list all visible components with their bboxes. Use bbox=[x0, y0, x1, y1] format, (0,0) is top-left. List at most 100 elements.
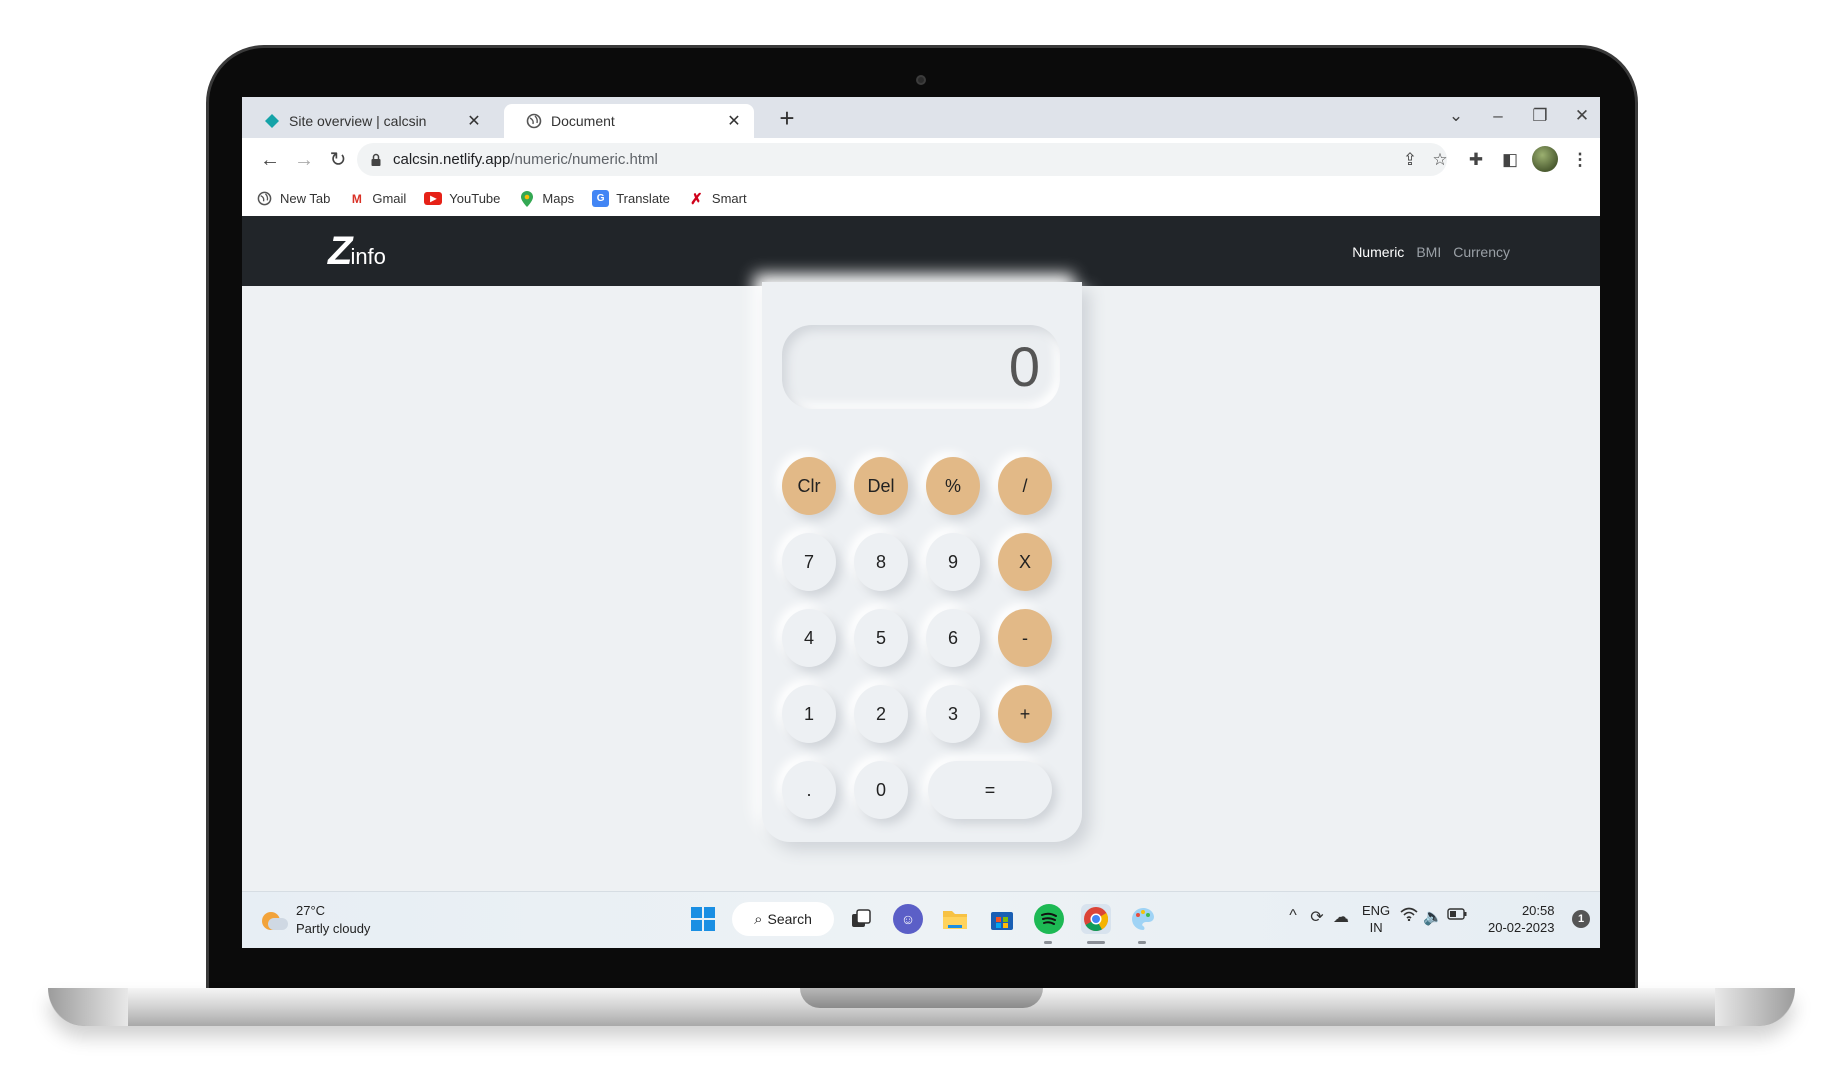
digit-6-button[interactable]: 6 bbox=[926, 609, 980, 667]
decimal-button[interactable]: . bbox=[782, 761, 836, 819]
bookmarks-bar: New Tab M Gmail ▶ YouTube Maps G Transla… bbox=[242, 181, 1600, 216]
bookmark-maps[interactable]: Maps bbox=[518, 190, 574, 207]
translate-icon: G bbox=[592, 190, 610, 207]
clear-button[interactable]: Clr bbox=[782, 457, 836, 515]
share-icon[interactable]: ⇪ bbox=[1398, 148, 1422, 172]
taskbar: 27°C Partly cloudy ⌕ Search ☺ ^ ⟳ ☁ ENG … bbox=[242, 891, 1600, 948]
nav-currency[interactable]: Currency bbox=[1453, 244, 1510, 260]
digit-5-button[interactable]: 5 bbox=[854, 609, 908, 667]
running-indicator bbox=[1044, 941, 1052, 944]
laptop-notch bbox=[800, 988, 1043, 1008]
onedrive-cloud-icon[interactable]: ☁ bbox=[1330, 907, 1352, 927]
running-indicator bbox=[1138, 941, 1146, 944]
clock-time: 20:58 bbox=[1521, 903, 1555, 918]
taskbar-search[interactable]: ⌕ Search bbox=[732, 902, 834, 936]
close-icon[interactable]: ✕ bbox=[466, 111, 482, 131]
tab-title: Document bbox=[551, 113, 615, 129]
digit-1-button[interactable]: 1 bbox=[782, 685, 836, 743]
new-tab-button[interactable]: + bbox=[772, 103, 802, 133]
language-indicator[interactable]: ENG IN bbox=[1362, 902, 1390, 936]
back-icon[interactable]: ← bbox=[256, 146, 284, 174]
divide-button[interactable]: / bbox=[998, 457, 1052, 515]
region-code: IN bbox=[1369, 920, 1383, 935]
close-icon[interactable]: ✕ bbox=[726, 111, 742, 131]
address-bar[interactable]: calcsin.netlify.app/numeric/numeric.html bbox=[357, 143, 1447, 176]
bookmark-gmail[interactable]: M Gmail bbox=[348, 190, 406, 207]
calculator: 0 Clr Del % / 7 8 9 X 4 5 6 - 1 2 3 + . … bbox=[762, 282, 1082, 842]
bookmark-label: Gmail bbox=[372, 191, 407, 206]
clock-date: 20-02-2023 bbox=[1488, 920, 1555, 935]
clock[interactable]: 20:58 20-02-2023 bbox=[1488, 902, 1555, 936]
language-code: ENG bbox=[1362, 903, 1391, 918]
forward-icon[interactable]: → bbox=[290, 146, 318, 174]
bookmark-star-icon[interactable]: ☆ bbox=[1428, 148, 1452, 172]
digit-7-button[interactable]: 7 bbox=[782, 533, 836, 591]
webcam bbox=[916, 75, 926, 85]
digit-8-button[interactable]: 8 bbox=[854, 533, 908, 591]
extensions-icon[interactable]: ✚ bbox=[1464, 148, 1488, 172]
volume-icon[interactable]: 🔈 bbox=[1422, 907, 1444, 927]
digit-4-button[interactable]: 4 bbox=[782, 609, 836, 667]
tab-strip: Site overview | calcsin ✕ Document ✕ + ⌄… bbox=[242, 97, 1600, 138]
chevron-up-icon[interactable]: ^ bbox=[1282, 907, 1304, 925]
active-indicator bbox=[1087, 941, 1105, 944]
maps-icon bbox=[518, 190, 535, 207]
tab-document[interactable]: Document ✕ bbox=[504, 104, 754, 138]
logo-mark: Z bbox=[328, 229, 353, 273]
nav-numeric[interactable]: Numeric bbox=[1352, 244, 1404, 260]
bookmark-smart[interactable]: ✗ Smart bbox=[688, 190, 747, 208]
minimize-icon[interactable]: – bbox=[1478, 101, 1518, 131]
paint-icon[interactable] bbox=[1128, 904, 1158, 934]
tab-site-overview[interactable]: Site overview | calcsin ✕ bbox=[242, 104, 494, 138]
multiply-button[interactable]: X bbox=[998, 533, 1052, 591]
restore-icon[interactable]: ❐ bbox=[1520, 101, 1560, 131]
equals-button[interactable]: = bbox=[928, 761, 1052, 819]
file-explorer-icon[interactable] bbox=[940, 904, 970, 934]
microsoft-store-icon[interactable] bbox=[987, 904, 1017, 934]
minus-button[interactable]: - bbox=[998, 609, 1052, 667]
side-panel-icon[interactable]: ◧ bbox=[1498, 148, 1522, 172]
windows-start-icon[interactable] bbox=[688, 904, 718, 934]
bookmark-youtube[interactable]: ▶ YouTube bbox=[424, 191, 500, 206]
bookmark-label: Maps bbox=[542, 191, 575, 206]
digit-0-button[interactable]: 0 bbox=[854, 761, 908, 819]
digit-3-button[interactable]: 3 bbox=[926, 685, 980, 743]
notification-badge[interactable]: 1 bbox=[1572, 910, 1590, 928]
weather-temp: 27°C bbox=[296, 903, 326, 918]
youtube-icon: ▶ bbox=[424, 192, 443, 205]
delete-button[interactable]: Del bbox=[854, 457, 908, 515]
nav-bmi[interactable]: BMI bbox=[1416, 244, 1441, 260]
percent-button[interactable]: % bbox=[926, 457, 980, 515]
window-close-icon[interactable]: ✕ bbox=[1562, 101, 1600, 131]
bookmark-label: YouTube bbox=[449, 191, 501, 206]
bookmark-translate[interactable]: G Translate bbox=[592, 190, 670, 207]
profile-avatar[interactable] bbox=[1532, 146, 1558, 172]
tab-search-icon[interactable]: ⌄ bbox=[1436, 101, 1476, 131]
chrome-icon[interactable] bbox=[1081, 904, 1111, 934]
site-navbar: Z info Numeric BMI Currency bbox=[242, 216, 1600, 286]
search-icon: ⌕ bbox=[754, 910, 763, 928]
smart-icon: ✗ bbox=[690, 190, 703, 208]
wifi-icon[interactable] bbox=[1398, 907, 1420, 926]
screen: Site overview | calcsin ✕ Document ✕ + ⌄… bbox=[242, 97, 1600, 948]
weather-widget[interactable]: 27°C Partly cloudy bbox=[260, 902, 370, 938]
digit-2-button[interactable]: 2 bbox=[854, 685, 908, 743]
task-view-icon[interactable] bbox=[846, 904, 876, 934]
spotify-icon[interactable] bbox=[1034, 904, 1064, 934]
weather-condition: Partly cloudy bbox=[296, 921, 371, 936]
globe-icon bbox=[526, 113, 542, 129]
battery-icon[interactable] bbox=[1446, 907, 1468, 925]
lock-icon bbox=[369, 153, 383, 167]
menu-kebab-icon[interactable]: ⋮ bbox=[1568, 148, 1592, 172]
reload-icon[interactable]: ↻ bbox=[324, 146, 352, 174]
tab-title: Site overview | calcsin bbox=[289, 113, 427, 129]
sync-icon[interactable]: ⟳ bbox=[1306, 907, 1328, 927]
plus-button[interactable]: + bbox=[998, 685, 1052, 743]
site-logo[interactable]: Z info bbox=[328, 229, 386, 273]
teams-chat-icon[interactable]: ☺ bbox=[893, 904, 923, 934]
site-nav-links: Numeric BMI Currency bbox=[1340, 244, 1510, 260]
bookmark-new-tab[interactable]: New Tab bbox=[256, 190, 330, 207]
partly-cloudy-icon bbox=[260, 906, 288, 934]
digit-9-button[interactable]: 9 bbox=[926, 533, 980, 591]
bookmark-label: Smart bbox=[711, 191, 747, 206]
